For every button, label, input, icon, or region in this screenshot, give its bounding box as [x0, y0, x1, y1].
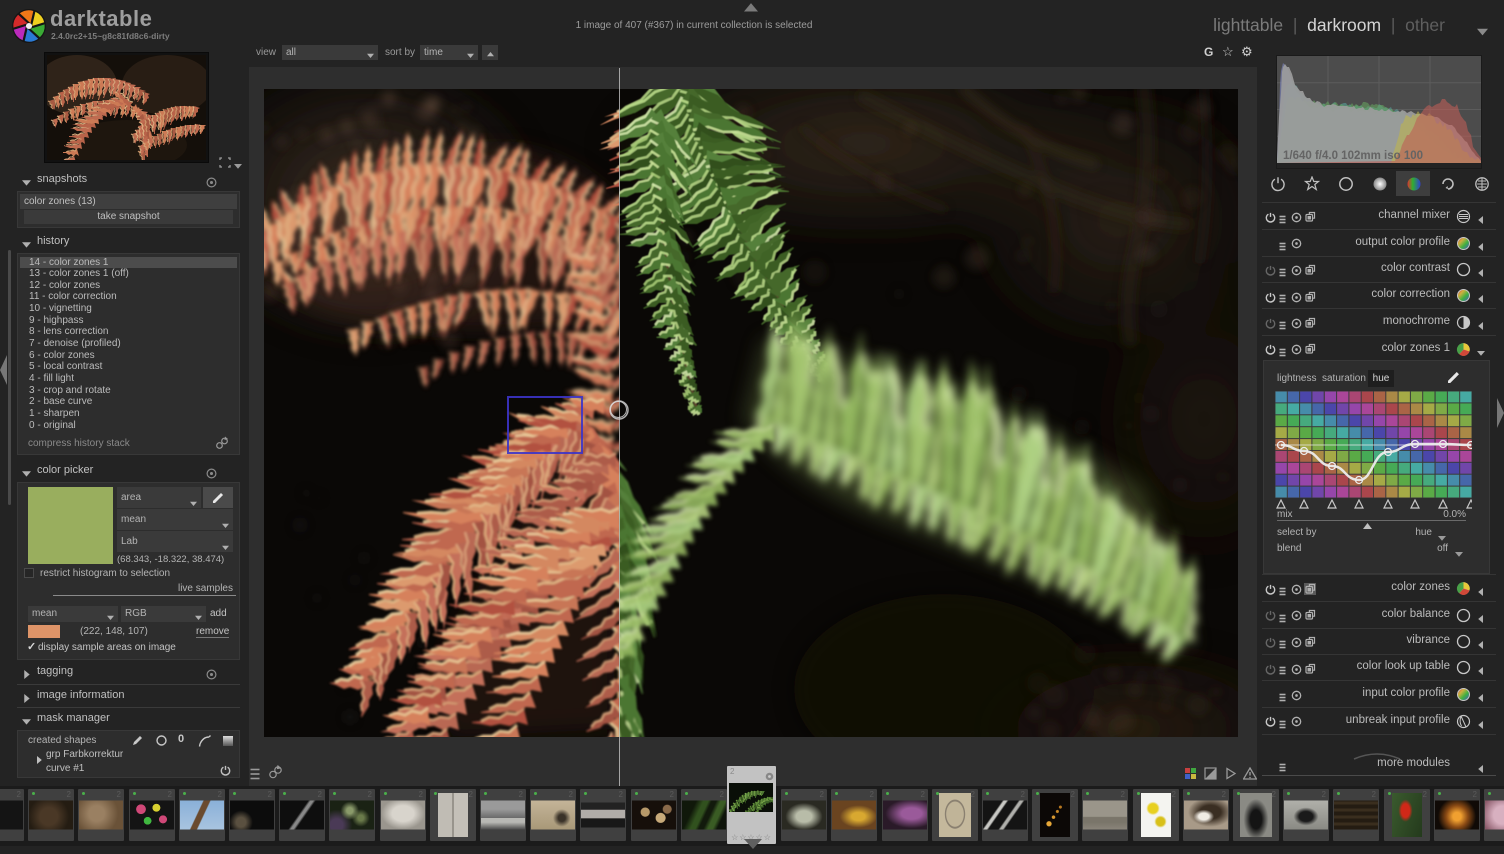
svg-text:1/640 f/4.0 102mm iso 100: 1/640 f/4.0 102mm iso 100 — [1283, 150, 1423, 162]
